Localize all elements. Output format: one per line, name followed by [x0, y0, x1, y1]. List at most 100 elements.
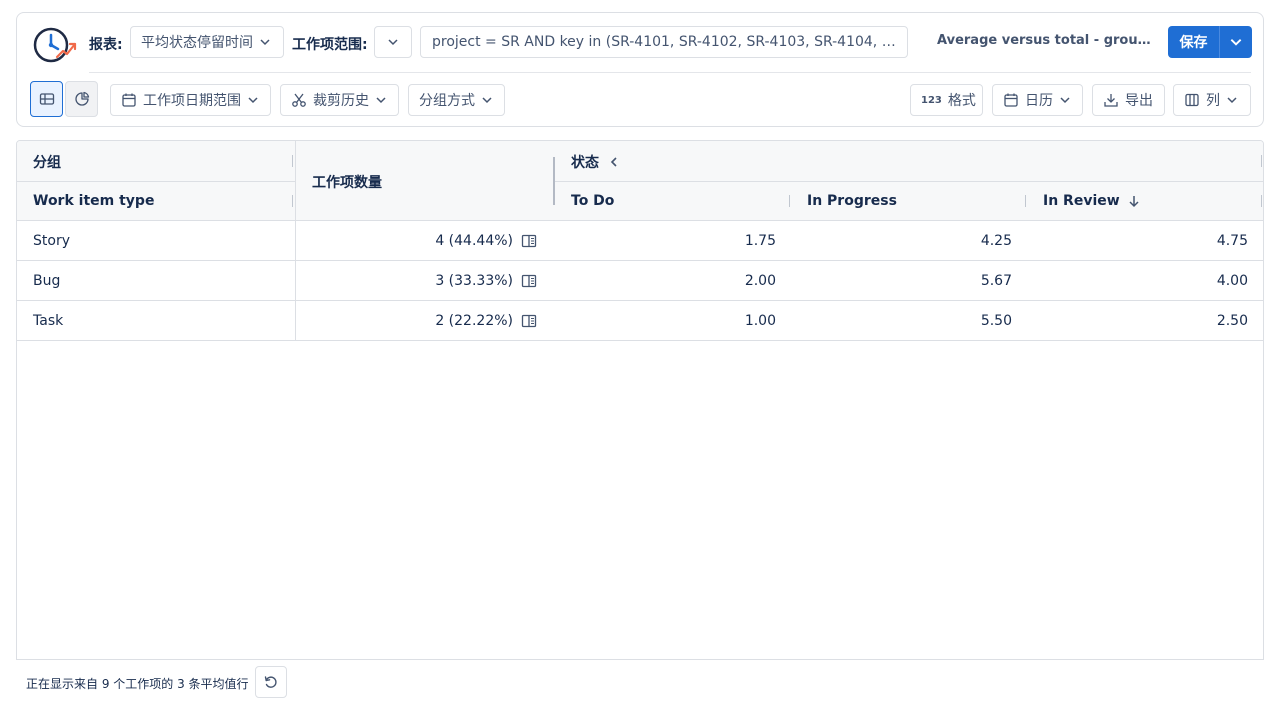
in-review-header-label: In Review	[1043, 193, 1120, 209]
in-review-value-cell: 2.50	[1216, 313, 1248, 329]
side-panel-icon[interactable]	[521, 233, 537, 249]
header-row-divider	[554, 181, 1263, 182]
toolbar-row-primary: 报表: 平均状态停留时间 工作项范围: project = SR AND key…	[17, 13, 1263, 73]
calendar-label: 日历	[1025, 93, 1053, 109]
jql-input[interactable]: project = SR AND key in (SR-4101, SR-410…	[420, 26, 908, 58]
columns-dropdown[interactable]: 列	[1173, 84, 1251, 116]
chevron-down-icon	[1227, 97, 1237, 104]
sort-descending-arrow-icon[interactable]	[1128, 194, 1140, 208]
in-review-value-cell: 4.75	[1216, 233, 1248, 249]
table-view-button[interactable]	[30, 81, 63, 117]
status-col-todo-header[interactable]: To Do	[571, 193, 614, 209]
export-label: 导出	[1125, 93, 1153, 109]
download-icon	[1104, 94, 1118, 107]
header-row-divider	[17, 181, 295, 182]
scope-label: 工作项范围:	[292, 37, 368, 53]
column-resize-handle[interactable]	[1025, 195, 1026, 207]
table-row: Task 2 (22.22%) 1.00 5.50 2.50	[17, 301, 1263, 341]
in-progress-value-cell: 4.25	[980, 233, 1012, 249]
column-resize-handle[interactable]	[1261, 155, 1262, 167]
count-value: 2 (22.22%)	[435, 313, 513, 329]
time-in-status-logo-icon	[33, 27, 77, 63]
date-range-dropdown[interactable]: 工作项日期范围	[110, 84, 271, 116]
columns-icon	[1185, 93, 1199, 107]
group-header: 分组	[33, 155, 61, 171]
work-item-type-cell: Bug	[33, 273, 61, 289]
export-button[interactable]: 导出	[1092, 84, 1165, 116]
work-item-type-cell: Task	[33, 313, 64, 329]
group-by-label: 分组方式	[419, 93, 475, 109]
calendar-dropdown[interactable]: 日历	[992, 84, 1083, 116]
report-type-dropdown[interactable]: 平均状态停留时间	[130, 26, 284, 58]
todo-value-cell: 2.00	[744, 273, 776, 289]
column-divider	[295, 301, 296, 341]
work-item-type-cell: Story	[33, 233, 70, 249]
chevron-down-icon	[248, 97, 258, 104]
status-group-header[interactable]: 状态	[571, 152, 619, 172]
pie-chart-icon	[74, 91, 89, 106]
format-label: 格式	[947, 93, 976, 109]
work-item-type-header[interactable]: Work item type	[33, 193, 154, 209]
status-header-label: 状态	[571, 155, 599, 171]
chevron-down-icon	[376, 97, 386, 104]
columns-label: 列	[1206, 93, 1220, 109]
save-button-group: 保存	[1168, 26, 1252, 58]
save-options-button[interactable]	[1220, 26, 1252, 58]
column-resize-handle[interactable]	[789, 195, 790, 207]
table-bottom-border	[16, 659, 1264, 660]
count-header[interactable]: 工作项数量	[312, 172, 382, 192]
chevron-down-icon	[388, 39, 398, 46]
in-progress-value-cell: 5.67	[980, 273, 1012, 289]
results-summary: 正在显示来自 9 个工作项的 3 条平均值行	[26, 677, 249, 691]
column-divider	[295, 221, 296, 261]
chevron-down-icon	[260, 39, 270, 46]
chevron-down-icon	[1230, 39, 1242, 46]
column-resize-handle[interactable]	[1261, 195, 1262, 207]
trim-history-label: 裁剪历史	[313, 93, 369, 109]
date-range-label: 工作项日期范围	[143, 93, 241, 109]
group-by-dropdown[interactable]: 分组方式	[408, 84, 505, 116]
report-toolbar: 报表: 平均状态停留时间 工作项范围: project = SR AND key…	[16, 12, 1264, 127]
count-value: 3 (33.33%)	[435, 273, 513, 289]
column-divider	[295, 261, 296, 301]
column-resize-handle[interactable]	[292, 195, 293, 207]
count-cell: 2 (22.22%)	[297, 301, 537, 341]
jql-value: project = SR AND key in (SR-4101, SR-410…	[432, 34, 896, 50]
scissors-icon	[292, 93, 306, 107]
column-resize-handle[interactable]	[553, 157, 555, 205]
report-type-value: 平均状态停留时间	[141, 35, 253, 51]
saved-report-name: Average versus total - grouped a...	[937, 33, 1159, 48]
view-toggle	[30, 81, 98, 119]
side-panel-icon[interactable]	[521, 273, 537, 289]
refresh-icon	[264, 676, 277, 688]
chevron-down-icon	[1060, 97, 1070, 104]
number-format-icon: 123	[921, 94, 942, 106]
chevron-left-icon[interactable]	[609, 156, 619, 168]
side-panel-icon[interactable]	[521, 313, 537, 329]
calendar-icon	[1004, 93, 1018, 107]
format-button[interactable]: 123 格式	[910, 84, 983, 116]
trim-history-dropdown[interactable]: 裁剪历史	[280, 84, 399, 116]
in-progress-value-cell: 5.50	[980, 313, 1012, 329]
toolbar-row-secondary: 工作项日期范围 裁剪历史 分组方式 123 格式 日历 导出 列	[17, 73, 1263, 128]
column-divider	[295, 141, 296, 221]
table-header: 分组 Work item type 工作项数量 状态 To Do In Prog…	[17, 141, 1263, 221]
status-col-in-review-header[interactable]: In Review	[1043, 193, 1140, 209]
count-cell: 4 (44.44%)	[297, 221, 537, 261]
table-row: Bug 3 (33.33%) 2.00 5.67 4.00	[17, 261, 1263, 301]
status-col-in-progress-header[interactable]: In Progress	[807, 193, 897, 209]
scope-type-dropdown[interactable]	[374, 26, 412, 58]
chart-view-button[interactable]	[65, 81, 98, 117]
todo-value-cell: 1.75	[744, 233, 776, 249]
todo-value-cell: 1.00	[744, 313, 776, 329]
refresh-button[interactable]	[255, 666, 287, 698]
save-button[interactable]: 保存	[1168, 26, 1220, 58]
count-value: 4 (44.44%)	[435, 233, 513, 249]
calendar-icon	[122, 93, 136, 107]
in-review-value-cell: 4.00	[1216, 273, 1248, 289]
table-icon	[39, 93, 54, 105]
chevron-down-icon	[482, 97, 492, 104]
column-resize-handle[interactable]	[292, 155, 293, 167]
report-label: 报表:	[89, 37, 123, 53]
count-cell: 3 (33.33%)	[297, 261, 537, 301]
